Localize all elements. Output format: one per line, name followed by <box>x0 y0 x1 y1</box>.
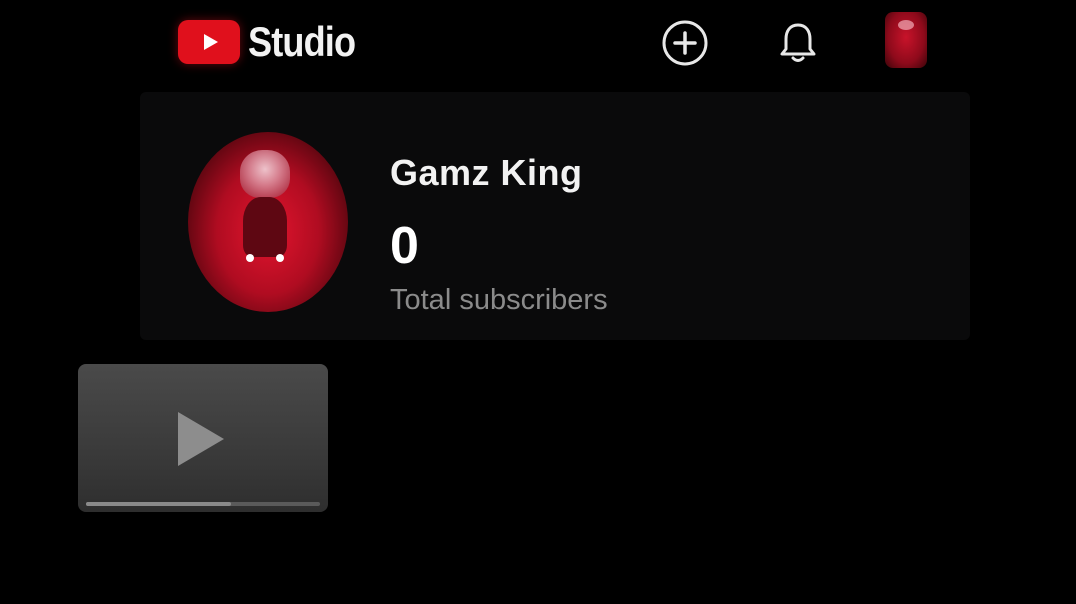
create-icon <box>662 20 708 66</box>
subscriber-label: Total subscribers <box>390 284 608 316</box>
video-progress-fill <box>86 502 232 506</box>
channel-avatar <box>188 132 348 312</box>
studio-screen: Studio Gamz King 0 Total subscribers <box>0 0 1076 604</box>
account-avatar[interactable] <box>885 12 927 68</box>
top-app-bar: Studio <box>140 0 970 90</box>
channel-summary-card: Gamz King 0 Total subscribers <box>140 92 970 340</box>
channel-name: Gamz King <box>390 152 583 193</box>
video-progress-bar <box>86 502 320 506</box>
notifications-button[interactable] <box>773 18 823 68</box>
youtube-logo-icon <box>178 20 240 64</box>
studio-logo[interactable]: Studio <box>178 18 373 66</box>
video-thumbnail-placeholder[interactable] <box>78 364 328 512</box>
subscriber-count: 0 <box>390 217 419 275</box>
create-button[interactable] <box>660 18 710 68</box>
bell-icon <box>780 23 816 62</box>
play-icon <box>178 412 224 466</box>
logo-text: Studio <box>248 18 356 65</box>
